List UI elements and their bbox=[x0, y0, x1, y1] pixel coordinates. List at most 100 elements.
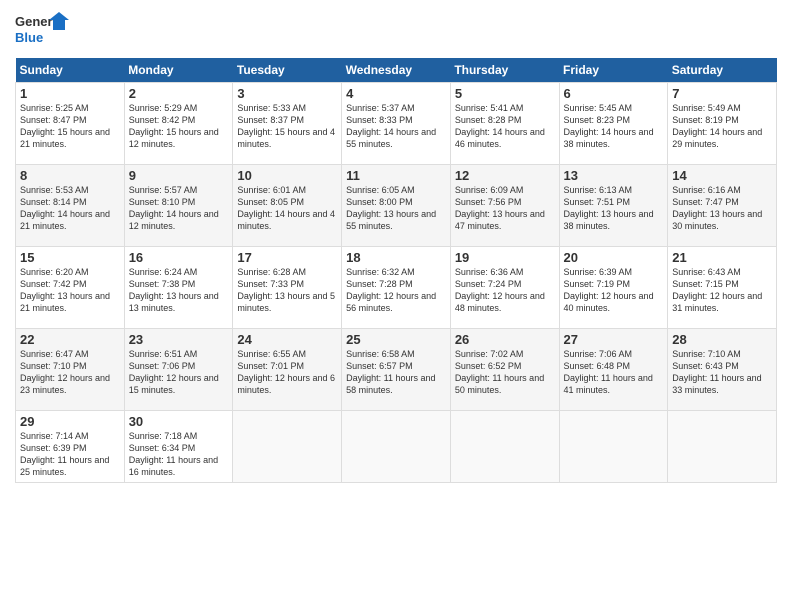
day-number: 7 bbox=[672, 86, 772, 101]
day-number: 15 bbox=[20, 250, 120, 265]
calendar-cell: 4 Sunrise: 5:37 AMSunset: 8:33 PMDaylight… bbox=[342, 83, 451, 165]
cell-info: Sunrise: 7:06 AMSunset: 6:48 PMDaylight:… bbox=[564, 349, 653, 395]
calendar-cell bbox=[342, 411, 451, 483]
day-number: 1 bbox=[20, 86, 120, 101]
cell-info: Sunrise: 6:47 AMSunset: 7:10 PMDaylight:… bbox=[20, 349, 110, 395]
calendar-table: SundayMondayTuesdayWednesdayThursdayFrid… bbox=[15, 58, 777, 483]
calendar-cell: 23 Sunrise: 6:51 AMSunset: 7:06 PMDayligh… bbox=[124, 329, 233, 411]
calendar-cell: 12 Sunrise: 6:09 AMSunset: 7:56 PMDayligh… bbox=[450, 165, 559, 247]
cell-info: Sunrise: 6:55 AMSunset: 7:01 PMDaylight:… bbox=[237, 349, 335, 395]
day-number: 24 bbox=[237, 332, 337, 347]
cell-info: Sunrise: 6:16 AMSunset: 7:47 PMDaylight:… bbox=[672, 185, 762, 231]
day-number: 27 bbox=[564, 332, 664, 347]
day-number: 17 bbox=[237, 250, 337, 265]
day-number: 30 bbox=[129, 414, 229, 429]
calendar-week-row: 8 Sunrise: 5:53 AMSunset: 8:14 PMDaylight… bbox=[16, 165, 777, 247]
cell-info: Sunrise: 6:05 AMSunset: 8:00 PMDaylight:… bbox=[346, 185, 436, 231]
cell-info: Sunrise: 6:36 AMSunset: 7:24 PMDaylight:… bbox=[455, 267, 545, 313]
calendar-day-header: Monday bbox=[124, 58, 233, 83]
calendar-cell: 10 Sunrise: 6:01 AMSunset: 8:05 PMDayligh… bbox=[233, 165, 342, 247]
cell-info: Sunrise: 5:25 AMSunset: 8:47 PMDaylight:… bbox=[20, 103, 110, 149]
calendar-cell: 5Sunrise: 5:41 AMSunset: 8:28 PMDaylight… bbox=[450, 83, 559, 165]
cell-info: Sunrise: 6:58 AMSunset: 6:57 PMDaylight:… bbox=[346, 349, 435, 395]
calendar-cell: 20 Sunrise: 6:39 AMSunset: 7:19 PMDayligh… bbox=[559, 247, 668, 329]
calendar-cell: 24 Sunrise: 6:55 AMSunset: 7:01 PMDayligh… bbox=[233, 329, 342, 411]
calendar-cell: 15 Sunrise: 6:20 AMSunset: 7:42 PMDayligh… bbox=[16, 247, 125, 329]
calendar-day-header: Friday bbox=[559, 58, 668, 83]
day-number: 16 bbox=[129, 250, 229, 265]
day-number: 8 bbox=[20, 168, 120, 183]
cell-info: Sunrise: 6:43 AMSunset: 7:15 PMDaylight:… bbox=[672, 267, 762, 313]
cell-info: Sunrise: 7:14 AMSunset: 6:39 PMDaylight:… bbox=[20, 431, 109, 477]
header: General Blue bbox=[15, 10, 777, 50]
calendar-cell: 22Sunrise: 6:47 AMSunset: 7:10 PMDayligh… bbox=[16, 329, 125, 411]
calendar-week-row: 22Sunrise: 6:47 AMSunset: 7:10 PMDayligh… bbox=[16, 329, 777, 411]
calendar-cell: 28 Sunrise: 7:10 AMSunset: 6:43 PMDayligh… bbox=[668, 329, 777, 411]
day-number: 13 bbox=[564, 168, 664, 183]
calendar-week-row: 1 Sunrise: 5:25 AMSunset: 8:47 PMDaylight… bbox=[16, 83, 777, 165]
cell-info: Sunrise: 7:10 AMSunset: 6:43 PMDaylight:… bbox=[672, 349, 761, 395]
day-number: 26 bbox=[455, 332, 555, 347]
calendar-cell bbox=[559, 411, 668, 483]
calendar-day-header: Saturday bbox=[668, 58, 777, 83]
day-number: 21 bbox=[672, 250, 772, 265]
day-number: 11 bbox=[346, 168, 446, 183]
day-number: 28 bbox=[672, 332, 772, 347]
day-number: 23 bbox=[129, 332, 229, 347]
cell-info: Sunrise: 6:01 AMSunset: 8:05 PMDaylight:… bbox=[237, 185, 335, 231]
cell-info: Sunrise: 5:37 AMSunset: 8:33 PMDaylight:… bbox=[346, 103, 436, 149]
cell-info: Sunrise: 6:51 AMSunset: 7:06 PMDaylight:… bbox=[129, 349, 219, 395]
calendar-header-row: SundayMondayTuesdayWednesdayThursdayFrid… bbox=[16, 58, 777, 83]
calendar-body: 1 Sunrise: 5:25 AMSunset: 8:47 PMDaylight… bbox=[16, 83, 777, 483]
main-container: General Blue SundayMondayTuesdayWednesda… bbox=[0, 0, 792, 493]
day-number: 3 bbox=[237, 86, 337, 101]
calendar-cell bbox=[233, 411, 342, 483]
calendar-day-header: Thursday bbox=[450, 58, 559, 83]
cell-info: Sunrise: 6:32 AMSunset: 7:28 PMDaylight:… bbox=[346, 267, 436, 313]
cell-info: Sunrise: 6:39 AMSunset: 7:19 PMDaylight:… bbox=[564, 267, 654, 313]
calendar-day-header: Wednesday bbox=[342, 58, 451, 83]
day-number: 20 bbox=[564, 250, 664, 265]
calendar-cell: 3Sunrise: 5:33 AMSunset: 8:37 PMDaylight… bbox=[233, 83, 342, 165]
calendar-cell: 6 Sunrise: 5:45 AMSunset: 8:23 PMDaylight… bbox=[559, 83, 668, 165]
cell-info: Sunrise: 6:28 AMSunset: 7:33 PMDaylight:… bbox=[237, 267, 335, 313]
calendar-day-header: Sunday bbox=[16, 58, 125, 83]
cell-info: Sunrise: 7:02 AMSunset: 6:52 PMDaylight:… bbox=[455, 349, 544, 395]
cell-info: Sunrise: 5:29 AMSunset: 8:42 PMDaylight:… bbox=[129, 103, 219, 149]
calendar-cell: 9Sunrise: 5:57 AMSunset: 8:10 PMDaylight… bbox=[124, 165, 233, 247]
logo: General Blue bbox=[15, 10, 70, 50]
day-number: 10 bbox=[237, 168, 337, 183]
calendar-cell: 16Sunrise: 6:24 AMSunset: 7:38 PMDayligh… bbox=[124, 247, 233, 329]
cell-info: Sunrise: 5:45 AMSunset: 8:23 PMDaylight:… bbox=[564, 103, 654, 149]
calendar-week-row: 15 Sunrise: 6:20 AMSunset: 7:42 PMDayligh… bbox=[16, 247, 777, 329]
day-number: 29 bbox=[20, 414, 120, 429]
calendar-cell: 29 Sunrise: 7:14 AMSunset: 6:39 PMDayligh… bbox=[16, 411, 125, 483]
day-number: 14 bbox=[672, 168, 772, 183]
calendar-cell: 26 Sunrise: 7:02 AMSunset: 6:52 PMDayligh… bbox=[450, 329, 559, 411]
cell-info: Sunrise: 6:20 AMSunset: 7:42 PMDaylight:… bbox=[20, 267, 110, 313]
day-number: 4 bbox=[346, 86, 446, 101]
calendar-cell: 25Sunrise: 6:58 AMSunset: 6:57 PMDayligh… bbox=[342, 329, 451, 411]
day-number: 6 bbox=[564, 86, 664, 101]
calendar-cell: 21 Sunrise: 6:43 AMSunset: 7:15 PMDayligh… bbox=[668, 247, 777, 329]
calendar-cell: 19 Sunrise: 6:36 AMSunset: 7:24 PMDayligh… bbox=[450, 247, 559, 329]
cell-info: Sunrise: 6:13 AMSunset: 7:51 PMDaylight:… bbox=[564, 185, 654, 231]
calendar-cell: 11 Sunrise: 6:05 AMSunset: 8:00 PMDayligh… bbox=[342, 165, 451, 247]
cell-info: Sunrise: 5:41 AMSunset: 8:28 PMDaylight:… bbox=[455, 103, 545, 149]
calendar-cell: 1 Sunrise: 5:25 AMSunset: 8:47 PMDaylight… bbox=[16, 83, 125, 165]
calendar-cell: 2 Sunrise: 5:29 AMSunset: 8:42 PMDaylight… bbox=[124, 83, 233, 165]
cell-info: Sunrise: 5:53 AMSunset: 8:14 PMDaylight:… bbox=[20, 185, 110, 231]
logo-svg: General Blue bbox=[15, 10, 70, 50]
day-number: 12 bbox=[455, 168, 555, 183]
calendar-cell bbox=[450, 411, 559, 483]
cell-info: Sunrise: 5:57 AMSunset: 8:10 PMDaylight:… bbox=[129, 185, 219, 231]
calendar-cell: 7 Sunrise: 5:49 AMSunset: 8:19 PMDaylight… bbox=[668, 83, 777, 165]
calendar-cell: 14 Sunrise: 6:16 AMSunset: 7:47 PMDayligh… bbox=[668, 165, 777, 247]
cell-info: Sunrise: 5:49 AMSunset: 8:19 PMDaylight:… bbox=[672, 103, 762, 149]
calendar-cell: 8 Sunrise: 5:53 AMSunset: 8:14 PMDaylight… bbox=[16, 165, 125, 247]
day-number: 2 bbox=[129, 86, 229, 101]
day-number: 19 bbox=[455, 250, 555, 265]
cell-info: Sunrise: 6:09 AMSunset: 7:56 PMDaylight:… bbox=[455, 185, 545, 231]
calendar-cell: 18Sunrise: 6:32 AMSunset: 7:28 PMDayligh… bbox=[342, 247, 451, 329]
calendar-cell: 17 Sunrise: 6:28 AMSunset: 7:33 PMDayligh… bbox=[233, 247, 342, 329]
